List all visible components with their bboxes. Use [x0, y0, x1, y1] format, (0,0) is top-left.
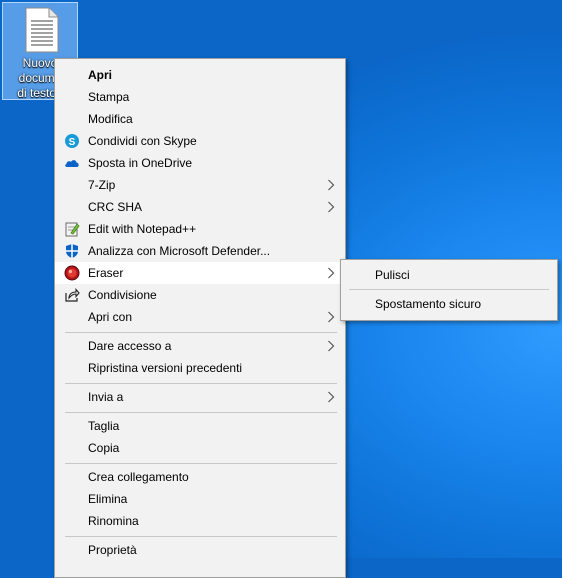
menu-item-eraser[interactable]: Eraser: [55, 262, 345, 284]
notepadpp-icon: [64, 221, 80, 237]
menu-separator: [65, 536, 337, 537]
onedrive-icon: [64, 155, 80, 171]
menu-separator: [65, 412, 337, 413]
svg-text:S: S: [69, 137, 76, 148]
context-menu: Apri Stampa Modifica S Condividi con Sky…: [54, 58, 346, 578]
submenu-item-pulisci[interactable]: Pulisci: [341, 264, 557, 286]
menu-item-condivisione[interactable]: Condivisione: [55, 284, 345, 306]
menu-item-elimina[interactable]: Elimina: [55, 488, 345, 510]
chevron-right-icon: [327, 340, 335, 352]
menu-item-apri-con[interactable]: Apri con: [55, 306, 345, 328]
submenu-separator: [349, 289, 549, 290]
chevron-right-icon: [327, 391, 335, 403]
menu-item-modifica[interactable]: Modifica: [55, 108, 345, 130]
menu-item-apri[interactable]: Apri: [55, 64, 345, 86]
menu-item-taglia[interactable]: Taglia: [55, 415, 345, 437]
menu-item-dare-accesso[interactable]: Dare accesso a: [55, 335, 345, 357]
menu-separator: [65, 463, 337, 464]
menu-item-analizza-defender[interactable]: Analizza con Microsoft Defender...: [55, 240, 345, 262]
share-icon: [64, 287, 80, 303]
menu-item-stampa[interactable]: Stampa: [55, 86, 345, 108]
menu-item-edit-notepadpp[interactable]: Edit with Notepad++: [55, 218, 345, 240]
chevron-right-icon: [327, 179, 335, 191]
menu-item-crea-collegamento[interactable]: Crea collegamento: [55, 466, 345, 488]
menu-item-7zip[interactable]: 7-Zip: [55, 174, 345, 196]
menu-item-ripristina-versioni[interactable]: Ripristina versioni precedenti: [55, 357, 345, 379]
menu-item-copia[interactable]: Copia: [55, 437, 345, 459]
menu-item-condividi-skype[interactable]: S Condividi con Skype: [55, 130, 345, 152]
menu-item-crc-sha[interactable]: CRC SHA: [55, 196, 345, 218]
chevron-right-icon: [327, 311, 335, 323]
menu-item-sposta-onedrive[interactable]: Sposta in OneDrive: [55, 152, 345, 174]
defender-icon: [64, 243, 80, 259]
chevron-right-icon: [327, 201, 335, 213]
submenu-item-spostamento-sicuro[interactable]: Spostamento sicuro: [341, 293, 557, 315]
text-file-icon: [25, 7, 59, 56]
menu-separator: [65, 383, 337, 384]
eraser-icon: [64, 265, 80, 281]
chevron-right-icon: [327, 267, 335, 279]
menu-item-invia-a[interactable]: Invia a: [55, 386, 345, 408]
eraser-submenu: Pulisci Spostamento sicuro: [340, 259, 558, 321]
menu-separator: [65, 332, 337, 333]
menu-item-rinomina[interactable]: Rinomina: [55, 510, 345, 532]
skype-icon: S: [64, 133, 80, 149]
